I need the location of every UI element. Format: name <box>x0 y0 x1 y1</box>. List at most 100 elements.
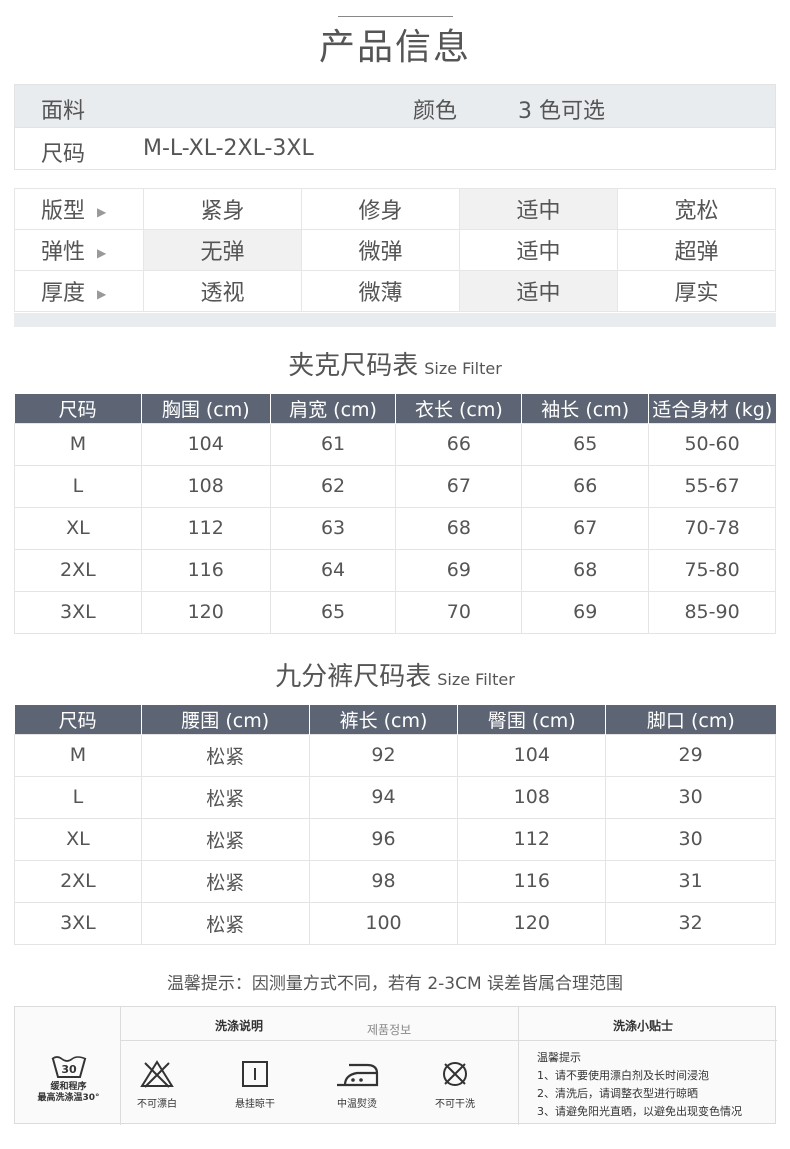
fabric-label: 面料 <box>41 99 86 124</box>
attribute-option: 超弹 <box>617 229 776 271</box>
table-cell: 松紧 <box>140 817 310 861</box>
table-cell: 66 <box>521 464 650 508</box>
column-header: 胸围 (cm) <box>140 394 271 423</box>
table-cell: 松紧 <box>140 859 310 903</box>
attribute-option: 宽松 <box>617 188 776 230</box>
table-cell: 松紧 <box>140 775 310 819</box>
triangle-right-icon: ▶ <box>97 287 107 301</box>
table-cell: 94 <box>308 775 459 819</box>
tips-title: 温馨提示 <box>537 1051 581 1064</box>
table-cell: 116 <box>457 859 607 903</box>
size-value: M-L-XL-2XL-3XL <box>143 136 314 161</box>
pants-subtitle: Size Filter <box>437 670 515 689</box>
table-cell: 66 <box>395 422 523 466</box>
care-instructions: 洗涤说明 제품정보 洗涤小贴士 30 缓和程序 最高洗涤温30° 不可漂白 悬挂… <box>14 1006 777 1125</box>
wash-header: 洗涤说明 <box>215 1019 264 1033</box>
table-cell: 67 <box>395 464 523 508</box>
color-value: 3 色可选 <box>518 99 605 124</box>
table-row: M 104 61 66 65 50-60 <box>14 422 776 466</box>
table-cell: 30 <box>605 775 776 819</box>
table-cell: 松紧 <box>140 733 310 777</box>
column-header: 腰围 (cm) <box>140 705 310 734</box>
table-cell: 108 <box>140 464 271 508</box>
column-header: 袖长 (cm) <box>521 394 649 423</box>
table-cell: 120 <box>140 590 271 634</box>
table-cell: 67 <box>521 506 650 550</box>
table-header-row: 尺码 腰围 (cm) 裤长 (cm) 臀围 (cm) 脚口 (cm) <box>14 705 776 734</box>
table-cell: 62 <box>269 464 397 508</box>
table-row: L 松紧 94 108 30 <box>14 775 776 819</box>
table-row: XL 112 63 68 67 70-78 <box>14 506 776 550</box>
page-title: 产品信息 <box>318 27 471 68</box>
care-tips: 温馨提示 1、请不要使用漂白剂及长时间浸泡 2、清洗后，请调整衣型进行晾晒 3、… <box>537 1049 742 1121</box>
column-header: 脚口 (cm) <box>605 705 776 734</box>
table-cell: 50-60 <box>648 422 776 466</box>
column-header: 裤长 (cm) <box>308 705 458 734</box>
attribute-option: 修身 <box>301 188 460 230</box>
table-cell: 92 <box>308 733 459 777</box>
attribute-option: 适中 <box>459 229 618 271</box>
table-header-row: 尺码 胸围 (cm) 肩宽 (cm) 衣长 (cm) 袖长 (cm) 适合身材 (kg) <box>14 394 776 423</box>
table-cell: 61 <box>269 422 397 466</box>
table-cell: 104 <box>140 422 271 466</box>
table-row: 3XL 120 65 70 69 85-90 <box>14 590 776 634</box>
table-row: L 108 62 67 66 55-67 <box>14 464 776 508</box>
wash-line1: 缓和程序 <box>50 1082 87 1092</box>
table-cell: 98 <box>308 859 459 903</box>
column-header: 尺码 <box>14 705 142 734</box>
table-cell: 55-67 <box>648 464 776 508</box>
table-cell: 96 <box>308 817 459 861</box>
table-cell: 63 <box>269 506 397 550</box>
triangle-right-icon: ▶ <box>97 205 107 219</box>
table-cell: 108 <box>457 775 607 819</box>
table-cell: 85-90 <box>648 590 776 634</box>
table-cell: 104 <box>457 733 607 777</box>
attribute-label-text: 版型 <box>41 199 86 224</box>
info-row-size: 尺码 M-L-XL-2XL-3XL <box>15 127 775 169</box>
attribute-option: 透视 <box>143 270 302 312</box>
attribute-grid-footer <box>14 313 776 327</box>
table-row: 2XL 116 64 69 68 75-80 <box>14 548 776 592</box>
jacket-title-text: 夹克尺码表 <box>288 351 419 381</box>
attribute-label: 版型 ▶ <box>14 188 144 230</box>
table-row: XL 松紧 96 112 30 <box>14 817 776 861</box>
table-cell: 64 <box>269 548 397 592</box>
table-cell: 松紧 <box>140 901 310 945</box>
column-header: 衣长 (cm) <box>395 394 522 423</box>
pants-title-text: 九分裤尺码表 <box>275 662 432 692</box>
iron-medium-label: 中温熨烫 <box>337 1099 377 1110</box>
table-row: 2XL 松紧 98 116 31 <box>14 859 776 903</box>
no-bleach-label: 不可漂白 <box>137 1099 177 1110</box>
table-cell: M <box>14 422 142 466</box>
title-divider <box>338 16 453 17</box>
table-cell: 29 <box>605 733 776 777</box>
table-cell: 112 <box>140 506 271 550</box>
table-cell: 70-78 <box>648 506 776 550</box>
attribute-label: 弹性 ▶ <box>14 229 144 271</box>
table-cell: XL <box>14 817 142 861</box>
table-cell: 31 <box>605 859 776 903</box>
attribute-row: 版型 ▶ 紧身 修身 适中 宽松 <box>14 188 776 230</box>
size-label: 尺码 <box>41 142 86 167</box>
jacket-size-table: 尺码 胸围 (cm) 肩宽 (cm) 衣长 (cm) 袖长 (cm) 适合身材 (kg) M… <box>14 394 776 634</box>
color-label: 颜色 <box>413 99 458 124</box>
hang-dry-icon: 悬挂晾干 <box>225 1059 285 1110</box>
no-dry-clean-label: 不可干洗 <box>435 1099 475 1110</box>
title-area: 产品信息 <box>0 0 790 80</box>
table-cell: 100 <box>308 901 459 945</box>
no-bleach-icon: 不可漂白 <box>127 1059 187 1110</box>
table-cell: 68 <box>395 506 523 550</box>
tip-line: 1、请不要使用漂白剂及长时间浸泡 <box>537 1069 709 1082</box>
care-divider <box>518 1007 519 1125</box>
table-cell: 30 <box>605 817 776 861</box>
attribute-option: 厚实 <box>617 270 776 312</box>
table-cell: 112 <box>457 817 607 861</box>
table-cell: 65 <box>269 590 397 634</box>
info-row-fabric: 面料 颜色 3 色可选 <box>15 85 775 127</box>
tip-line: 2、清洗后，请调整衣型进行晾晒 <box>537 1087 698 1100</box>
table-row: 3XL 松紧 100 120 32 <box>14 901 776 945</box>
table-cell: 116 <box>140 548 271 592</box>
attribute-option: 无弹 <box>143 229 302 271</box>
attribute-row: 厚度 ▶ 透视 微薄 适中 厚实 <box>14 270 776 312</box>
care-header-divider <box>120 1040 777 1041</box>
